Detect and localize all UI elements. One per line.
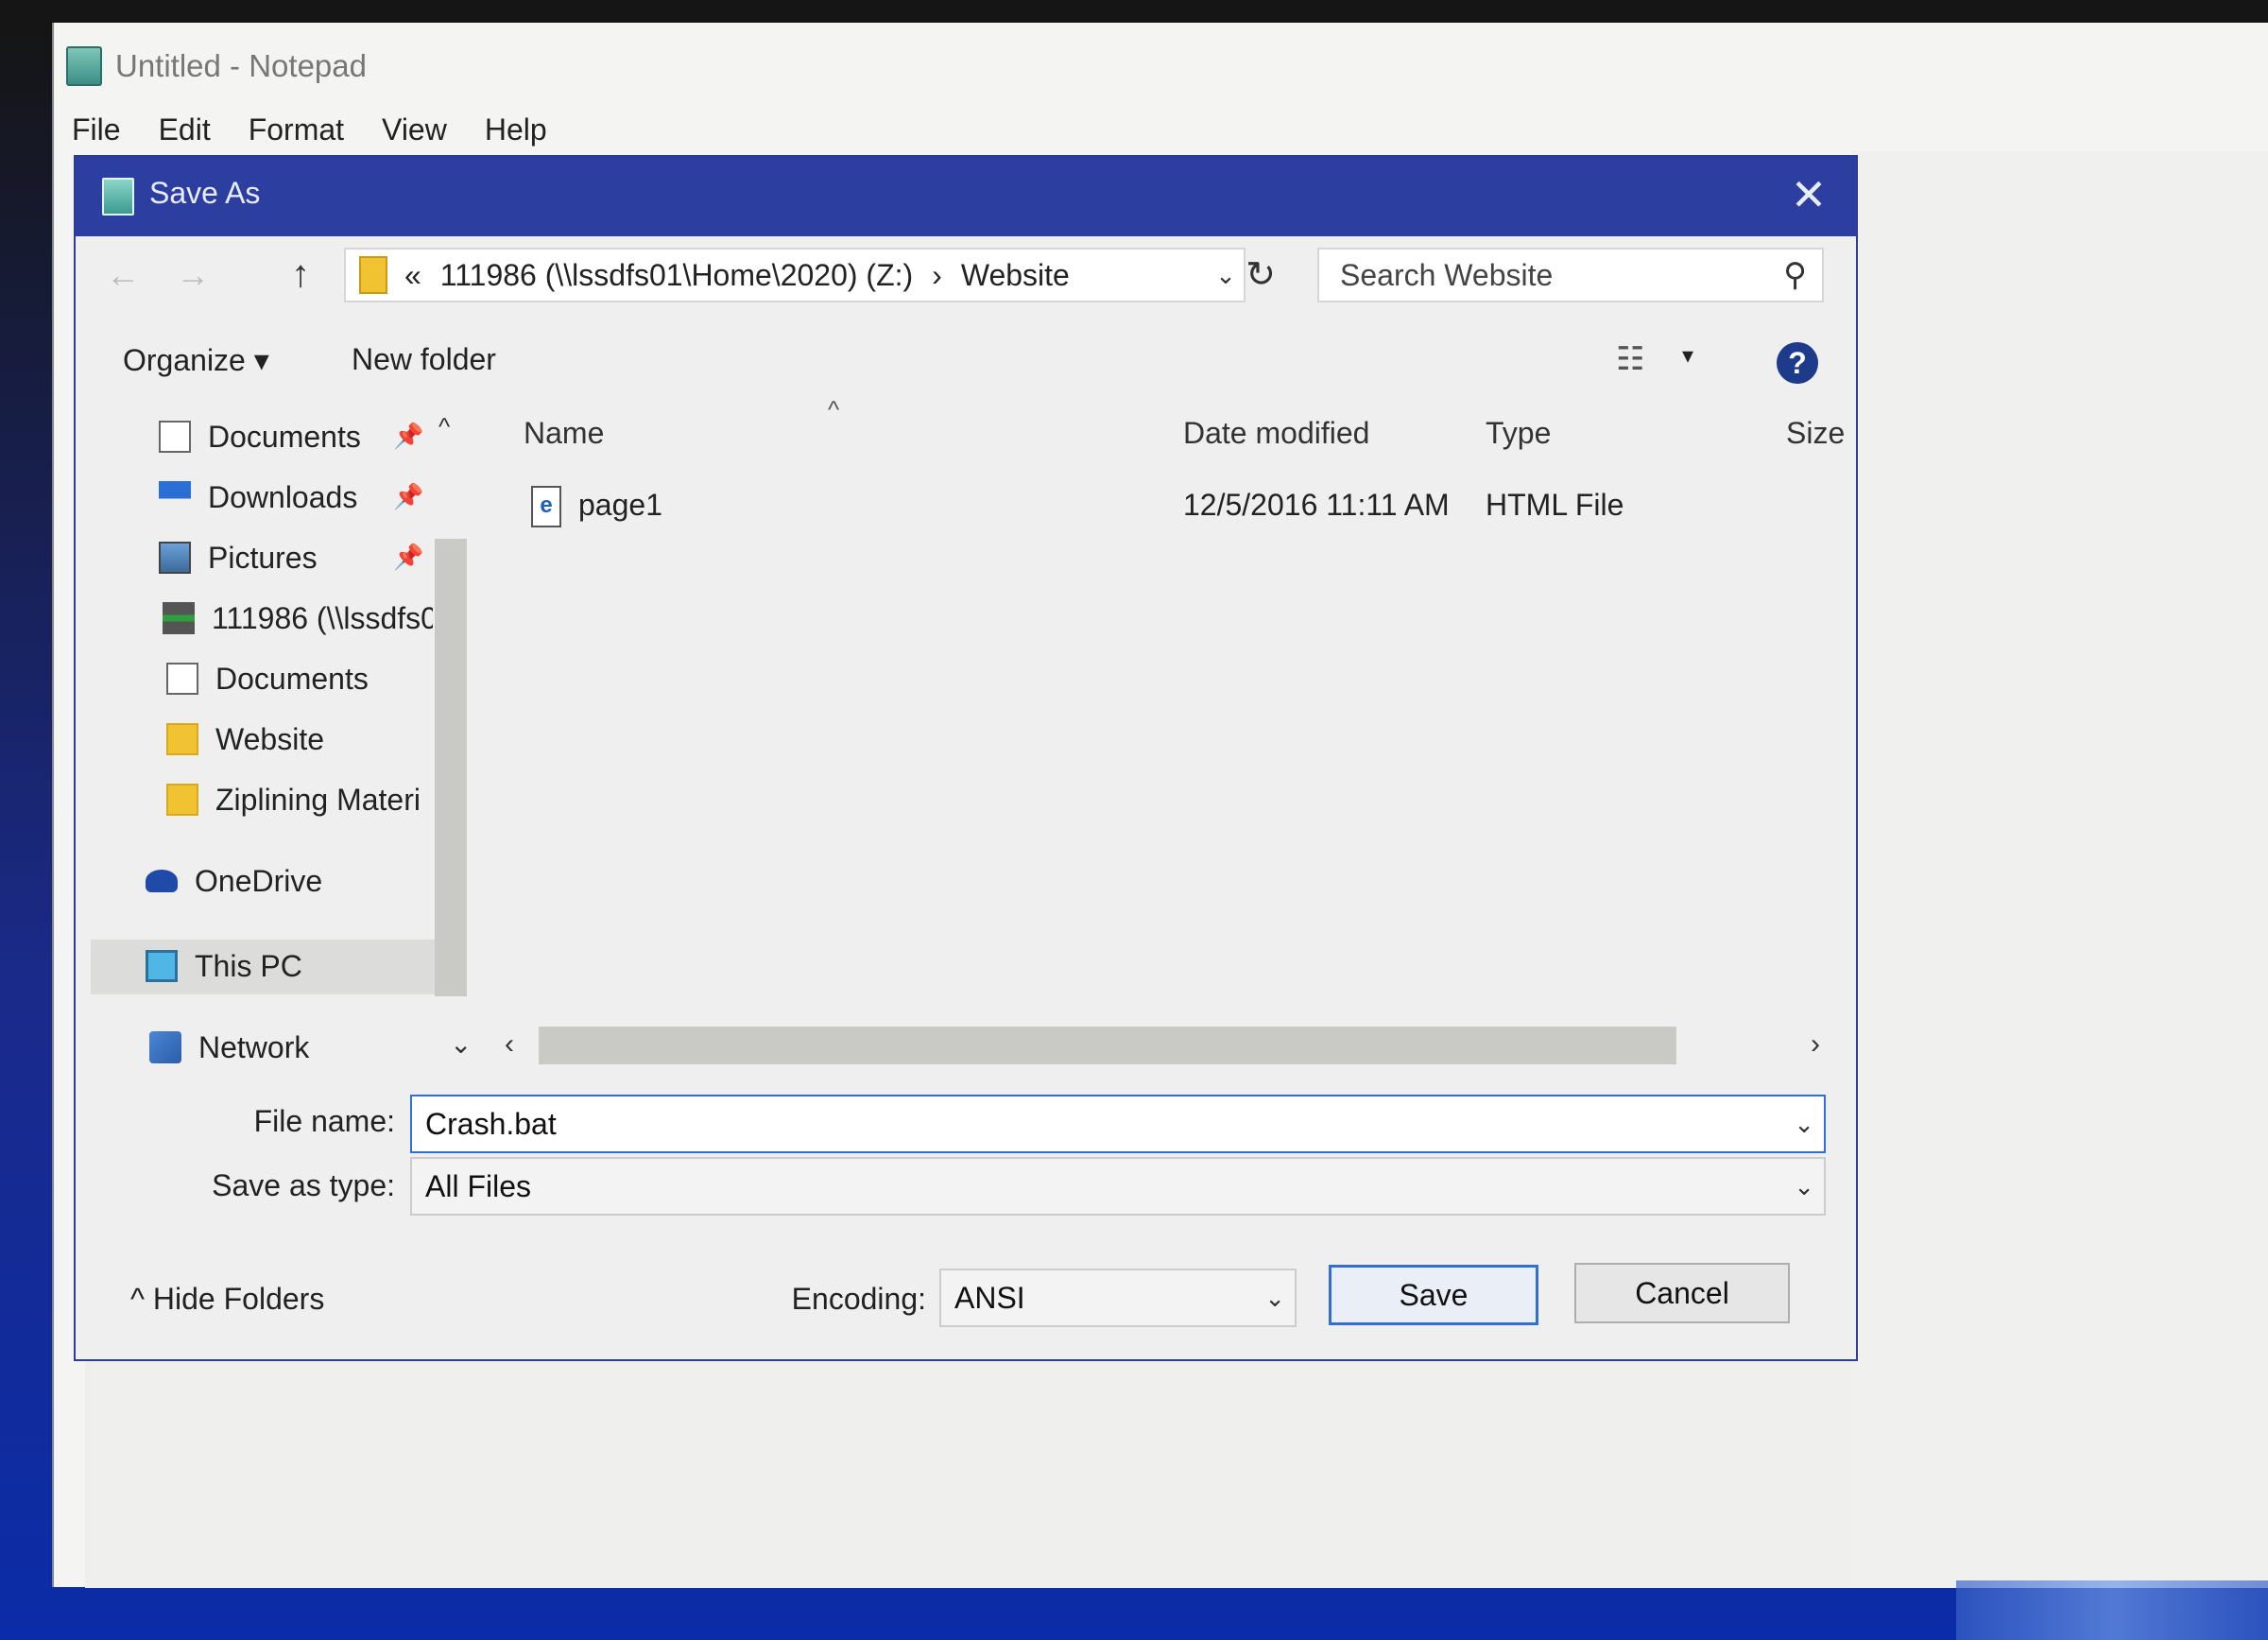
save-button[interactable]: Save	[1329, 1265, 1538, 1325]
sidebar-item-website[interactable]: Website	[166, 713, 433, 766]
menu-edit[interactable]: Edit	[159, 112, 211, 147]
sidebar-item-network-drive[interactable]: 111986 (\\lssdfs0	[163, 592, 433, 645]
network-drive-icon	[163, 602, 195, 634]
breadcrumb-website[interactable]: Website	[961, 258, 1070, 293]
sidebar-item-label: Documents	[215, 661, 369, 696]
column-header-size[interactable]: Size	[1786, 416, 1845, 451]
file-type: HTML File	[1486, 488, 1624, 522]
search-input[interactable]: Search Website ⚲	[1317, 248, 1824, 302]
search-icon[interactable]: ⚲	[1783, 250, 1807, 301]
forward-arrow-icon[interactable]: →	[176, 255, 210, 295]
sidebar-item-network[interactable]: Network	[149, 1021, 433, 1074]
sidebar-item-onedrive[interactable]: OneDrive	[146, 855, 429, 907]
refresh-icon[interactable]: ↻	[1234, 248, 1287, 302]
menu-help[interactable]: Help	[485, 112, 547, 147]
scroll-right-icon[interactable]: ›	[1811, 1028, 1820, 1061]
column-header-date-modified[interactable]: Date modified	[1183, 416, 1369, 451]
sidebar-item-label: 111986 (\\lssdfs0	[212, 600, 433, 635]
encoding-value: ANSI	[954, 1280, 1025, 1315]
html-file-icon: e	[531, 486, 561, 527]
notepad-icon	[102, 178, 134, 216]
onedrive-icon	[146, 870, 178, 892]
sidebar-item-this-pc[interactable]: This PC	[146, 940, 429, 993]
save-as-type-label: Save as type:	[212, 1168, 395, 1202]
documents-icon	[166, 663, 198, 695]
notepad-menubar: File Edit Format View Help	[72, 106, 547, 153]
chevron-down-icon[interactable]: ⌄	[1264, 1270, 1285, 1325]
save-as-type-value: All Files	[425, 1168, 532, 1203]
notepad-title: Untitled - Notepad	[115, 48, 367, 83]
sidebar-item-documents[interactable]: Documents	[166, 652, 433, 705]
file-name-input[interactable]: Crash.bat ⌄	[410, 1095, 1826, 1153]
column-header-name[interactable]: Name	[524, 416, 604, 451]
file-name[interactable]: page1	[578, 488, 662, 523]
pictures-icon	[159, 542, 191, 574]
sidebar-item-label: Downloads	[208, 479, 358, 514]
scroll-left-icon[interactable]: ‹	[505, 1028, 514, 1061]
menu-view[interactable]: View	[382, 112, 447, 147]
sidebar-item-downloads[interactable]: Downloads	[159, 471, 406, 524]
folder-icon	[166, 723, 198, 755]
pin-icon[interactable]: 📌	[393, 543, 423, 572]
horizontal-scrollbar-thumb[interactable]	[539, 1027, 1676, 1064]
this-pc-icon	[146, 950, 178, 982]
new-folder-button[interactable]: New folder	[352, 342, 496, 377]
breadcrumb-separator-icon[interactable]: ›	[932, 258, 942, 293]
network-icon	[149, 1031, 181, 1063]
menu-format[interactable]: Format	[249, 112, 344, 147]
sidebar-scrollbar[interactable]	[435, 539, 467, 996]
organize-button[interactable]: Organize ▾	[123, 342, 269, 378]
view-options-icon[interactable]: ☷	[1616, 340, 1644, 378]
scroll-down-icon[interactable]: ⌄	[450, 1028, 472, 1060]
save-as-type-select[interactable]: All Files ⌄	[410, 1157, 1826, 1216]
chevron-down-icon[interactable]: ⌄	[1794, 1096, 1814, 1151]
sidebar-item-label: Ziplining Materi	[215, 782, 421, 817]
file-name-label: File name:	[253, 1104, 395, 1138]
close-icon[interactable]: ✕	[1784, 170, 1833, 219]
breadcrumb-drive[interactable]: 111986 (\\lssdfs01\Home\2020) (Z:)	[440, 258, 913, 293]
desktop-taskbar-glimpse	[1956, 1580, 2268, 1640]
sidebar-item-label: Pictures	[208, 540, 318, 575]
dialog-titlebar: Save As ✕	[76, 157, 1856, 236]
scroll-up-icon[interactable]: ^	[438, 412, 450, 441]
notepad-titlebar: Untitled - Notepad	[66, 42, 822, 91]
chevron-down-icon[interactable]: ⌄	[1794, 1159, 1814, 1214]
sidebar-item-pictures[interactable]: Pictures	[159, 531, 406, 584]
pin-icon[interactable]: 📌	[393, 482, 423, 511]
download-icon	[159, 481, 191, 513]
encoding-label: Encoding:	[791, 1282, 926, 1316]
sidebar-item-label: Documents	[208, 419, 361, 454]
sidebar-item-label: OneDrive	[195, 863, 323, 898]
back-arrow-icon[interactable]: ←	[106, 255, 140, 295]
help-icon[interactable]: ?	[1777, 342, 1818, 384]
sidebar-item-label: Network	[198, 1029, 310, 1064]
cancel-button[interactable]: Cancel	[1574, 1263, 1790, 1323]
sidebar-item-label: This PC	[195, 948, 302, 983]
address-overflow[interactable]: «	[404, 258, 421, 293]
notepad-text-area[interactable]	[1852, 151, 2268, 1588]
dialog-title: Save As	[149, 176, 261, 210]
up-arrow-icon[interactable]: ↑	[291, 253, 310, 296]
sidebar-item-documents-quick[interactable]: Documents	[159, 410, 406, 463]
pin-icon[interactable]: 📌	[393, 422, 423, 451]
sidebar-item-label: Website	[215, 721, 325, 756]
sidebar-item-ziplining-materials[interactable]: Ziplining Materi	[166, 773, 433, 826]
folder-icon	[359, 256, 387, 294]
sort-ascending-icon: ^	[828, 395, 840, 423]
file-name-value: Crash.bat	[425, 1106, 557, 1141]
notepad-text-area-lower[interactable]	[85, 1361, 1852, 1588]
hide-folders-button[interactable]: ^ Hide Folders	[130, 1282, 324, 1317]
menu-file[interactable]: File	[72, 112, 121, 147]
documents-icon	[159, 421, 191, 453]
address-bar[interactable]: « 111986 (\\lssdfs01\Home\2020) (Z:) › W…	[344, 248, 1246, 302]
notepad-icon	[66, 46, 102, 86]
column-header-type[interactable]: Type	[1486, 416, 1551, 451]
file-date-modified: 12/5/2016 11:11 AM	[1183, 488, 1450, 522]
encoding-select[interactable]: ANSI ⌄	[939, 1269, 1297, 1327]
chevron-down-icon[interactable]: ▾	[1682, 342, 1693, 370]
search-placeholder: Search Website	[1340, 258, 1554, 292]
folder-icon	[166, 784, 198, 816]
